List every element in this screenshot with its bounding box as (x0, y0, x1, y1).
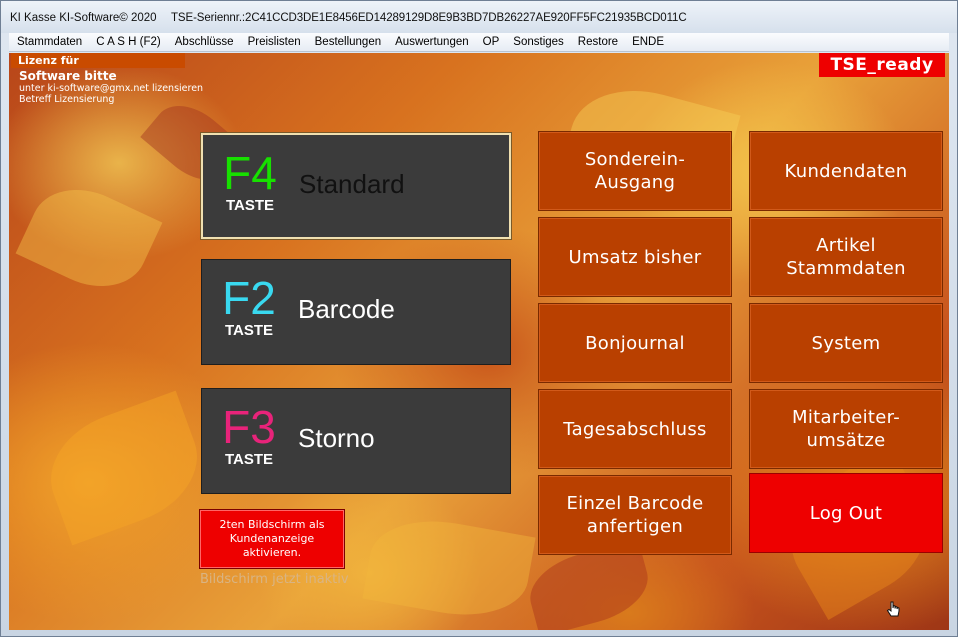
screen-status-text: Bildschirm jetzt inaktiv (200, 572, 349, 587)
menu-bar: Stammdaten C A S H (F2) Abschlüsse Preis… (9, 33, 949, 52)
menu-cash[interactable]: C A S H (F2) (89, 33, 168, 52)
tile-label: System (811, 332, 881, 354)
app-window: KI Kasse KI-Software© 2020 TSE-Seriennr.… (0, 0, 958, 637)
f2-barcode-button[interactable]: F2 TASTE Barcode (201, 259, 511, 365)
license-text: Software bitte (19, 69, 117, 83)
leaf-decoration (15, 171, 163, 305)
tile-label: Log Out (809, 502, 883, 524)
tile-label: Umsatz bisher (568, 246, 702, 268)
menu-op[interactable]: OP (476, 33, 507, 52)
system-button[interactable]: System (749, 303, 943, 383)
license-header: Lizenz für (11, 53, 185, 68)
window-title: KI Kasse KI-Software© 2020 (10, 12, 157, 24)
kundendaten-button[interactable]: Kundendaten (749, 131, 943, 211)
menu-sonstiges[interactable]: Sonstiges (506, 33, 571, 52)
menu-ende[interactable]: ENDE (625, 33, 671, 52)
f3-key-label: F3 (222, 401, 276, 453)
tse-serial-number: TSE-Seriennr.:2C41CCD3DE1E8456ED14289129… (171, 12, 687, 24)
mitarbeiter-umsaetze-button[interactable]: Mitarbeiter- umsätze (749, 389, 943, 469)
menu-auswertungen[interactable]: Auswertungen (388, 33, 476, 52)
menu-restore[interactable]: Restore (571, 33, 625, 52)
tile-label: Tagesabschluss (563, 418, 707, 440)
license-subject: Betreff Lizensierung (19, 94, 115, 105)
menu-abschluesse[interactable]: Abschlüsse (168, 33, 241, 52)
f4-standard-button[interactable]: F4 TASTE Standard (201, 133, 511, 239)
menu-preislisten[interactable]: Preislisten (241, 33, 308, 52)
f3-button-text: Storno (298, 423, 375, 453)
tile-label: Bonjournal (585, 332, 685, 354)
tile-label: Sonderein- Ausgang (584, 149, 686, 193)
f4-button-text: Standard (299, 169, 405, 199)
umsatz-bisher-button[interactable]: Umsatz bisher (538, 217, 732, 297)
tile-label: Kundendaten (784, 160, 908, 182)
tile-label: Einzel Barcode anfertigen (566, 493, 704, 537)
f2-button-text: Barcode (298, 294, 395, 324)
leaf-decoration (34, 390, 214, 546)
hand-cursor-icon (886, 601, 900, 617)
activate-second-screen-button[interactable]: 2ten Bildschirm als Kundenanzeige aktivi… (199, 509, 345, 569)
f4-key-label: F4 (223, 147, 277, 199)
taste-label: TASTE (224, 451, 274, 468)
artikel-stammdaten-button[interactable]: Artikel Stammdaten (749, 217, 943, 297)
main-content: Lizenz für Software bitte unter ki-softw… (9, 53, 949, 630)
tse-status-badge: TSE_ready (819, 53, 945, 77)
tile-label: Mitarbeiter- umsätze (792, 407, 900, 451)
f3-storno-button[interactable]: F3 TASTE Storno (201, 388, 511, 494)
menu-stammdaten[interactable]: Stammdaten (9, 33, 89, 52)
tile-label: Artikel Stammdaten (786, 235, 906, 279)
f2-key-label: F2 (222, 272, 276, 324)
sonderein-ausgang-button[interactable]: Sonderein- Ausgang (538, 131, 732, 211)
log-out-button[interactable]: Log Out (749, 473, 943, 553)
title-bar: KI Kasse KI-Software© 2020 TSE-Seriennr.… (1, 1, 957, 33)
einzel-barcode-button[interactable]: Einzel Barcode anfertigen (538, 475, 732, 555)
bonjournal-button[interactable]: Bonjournal (538, 303, 732, 383)
leaf-decoration (362, 509, 536, 627)
license-email: unter ki-software@gmx.net lizensieren (19, 83, 204, 94)
taste-label: TASTE (224, 322, 274, 339)
taste-label: TASTE (225, 197, 275, 214)
menu-bestellungen[interactable]: Bestellungen (308, 33, 389, 52)
tagesabschluss-button[interactable]: Tagesabschluss (538, 389, 732, 469)
